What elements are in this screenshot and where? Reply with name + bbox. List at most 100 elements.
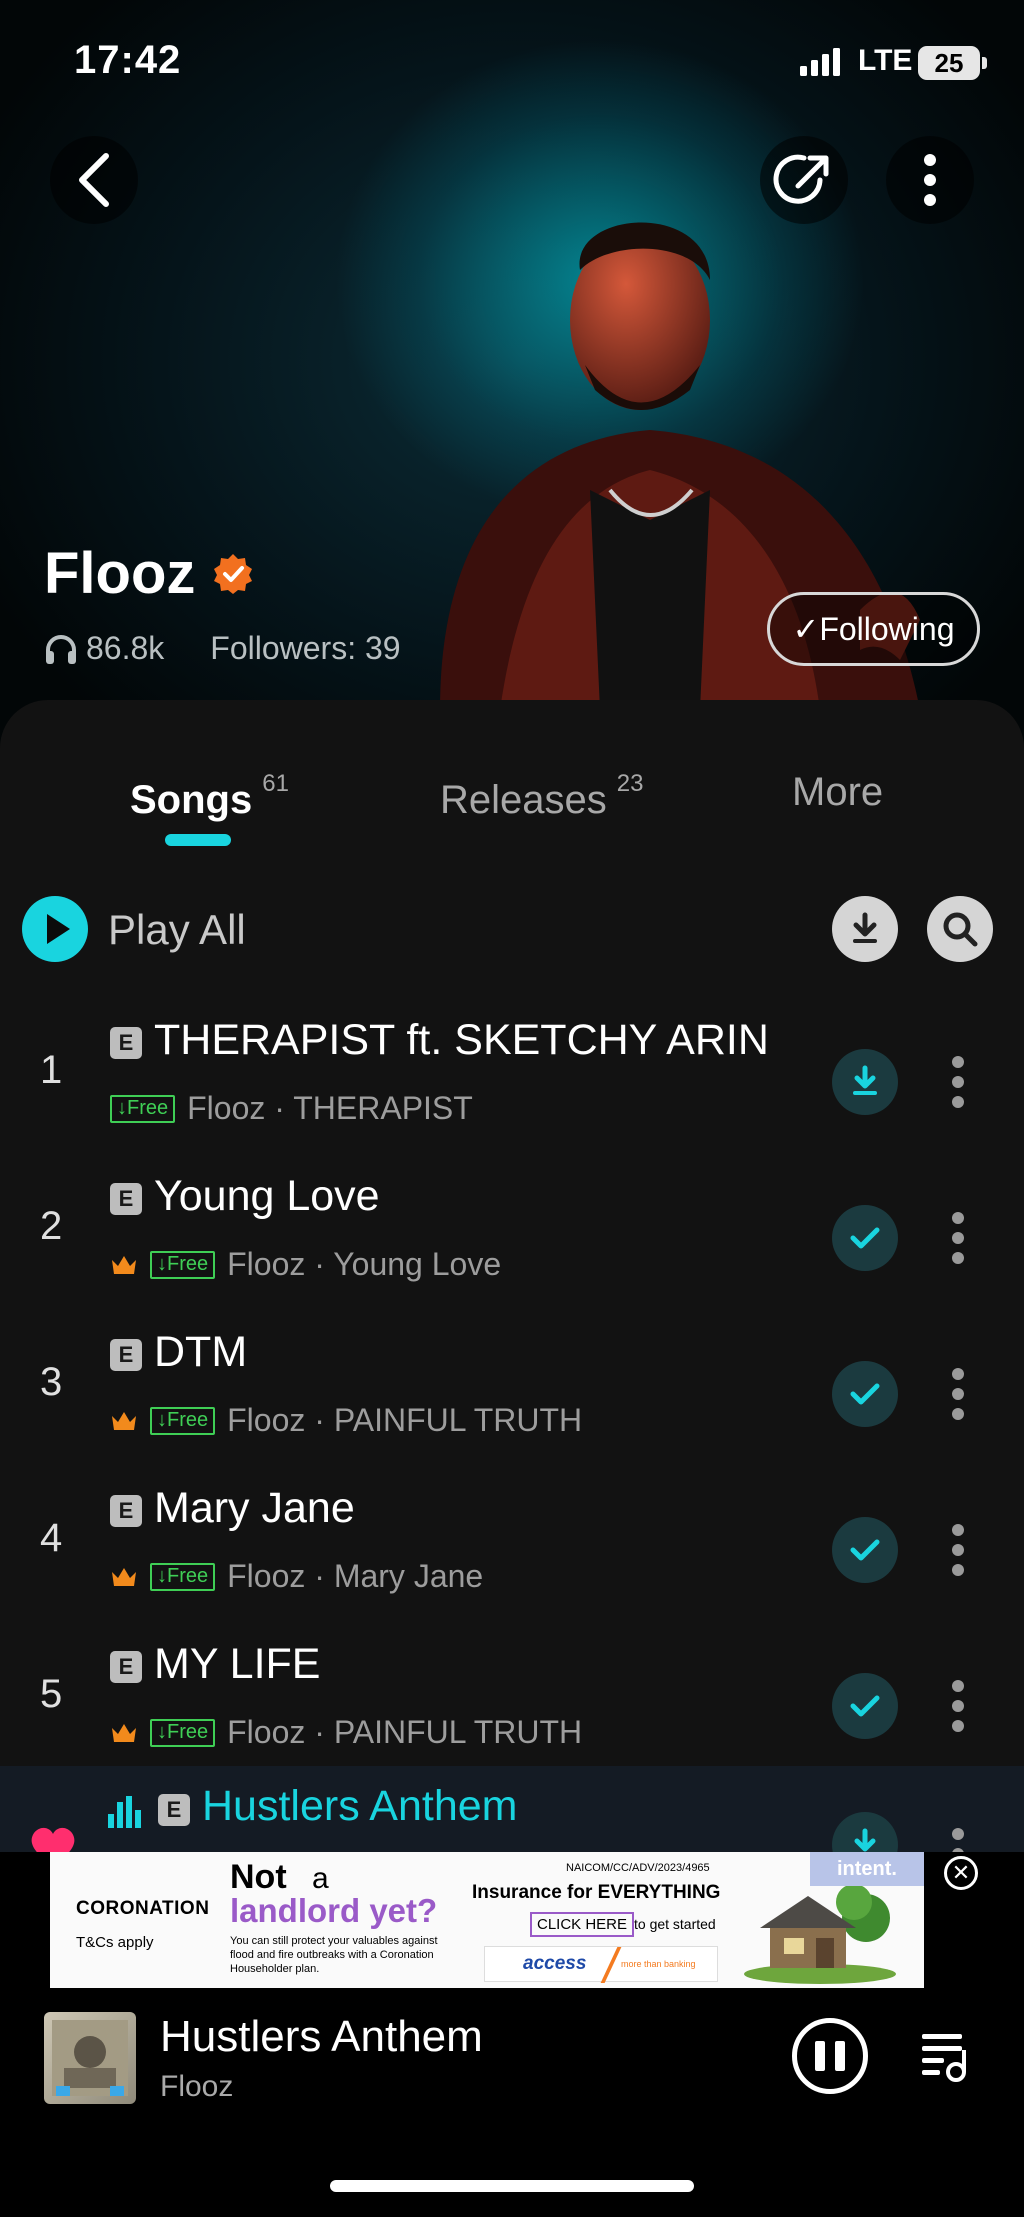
- ad-tcs: T&Cs apply: [76, 1934, 154, 1951]
- song-row[interactable]: 1 E THERAPIST ft. SKETCHY ARIN ↓ Free Flo…: [0, 1012, 1024, 1162]
- ad-tagline: Insurance for EVERYTHING: [472, 1882, 721, 1903]
- now-playing-title: Hustlers Anthem: [160, 2012, 483, 2061]
- crown-icon: [112, 1723, 136, 1742]
- ad-close-icon[interactable]: ✕: [944, 1856, 978, 1890]
- tab-releases[interactable]: Releases 23: [440, 770, 643, 823]
- ad-partner-tag: more than banking: [621, 1959, 696, 1969]
- downloaded-indicator[interactable]: [832, 1205, 898, 1271]
- free-badge: ↓ Free: [150, 1718, 216, 1747]
- battery-icon: 25: [918, 46, 980, 80]
- song-options-icon[interactable]: [950, 1522, 966, 1578]
- free-badge: ↓ Free: [150, 1250, 216, 1279]
- ad-network-badge: intent.: [810, 1852, 924, 1886]
- more-options-button[interactable]: [886, 136, 974, 224]
- track-number: 1: [40, 1048, 63, 1092]
- free-label: Free: [127, 1097, 169, 1119]
- now-playing-artist: Flooz: [160, 2070, 234, 2103]
- song-options-icon[interactable]: [950, 1054, 966, 1110]
- explicit-badge: E: [110, 1651, 142, 1683]
- explicit-badge: E: [110, 1027, 142, 1059]
- signal-icon: [800, 48, 840, 76]
- pause-button[interactable]: [792, 2018, 868, 2094]
- share-button[interactable]: [760, 136, 848, 224]
- queue-icon[interactable]: [920, 2030, 972, 2082]
- play-all-label[interactable]: Play All: [108, 906, 246, 954]
- tab-songs[interactable]: Songs 61: [130, 770, 289, 823]
- artist-stats: 86.8k Followers: 39: [44, 630, 401, 667]
- ad-headline-b: a: [312, 1862, 329, 1895]
- song-subtitle: Flooz · PAINFUL TRUTH: [227, 1402, 583, 1438]
- downloaded-indicator[interactable]: [832, 1517, 898, 1583]
- explicit-badge: E: [110, 1183, 142, 1215]
- free-badge: ↓ Free: [110, 1094, 176, 1123]
- free-label: Free: [167, 1565, 209, 1587]
- followers-count: Followers: 39: [210, 630, 401, 666]
- play-icon: [47, 914, 70, 944]
- tab-label: Releases: [440, 778, 607, 822]
- check-icon: [850, 1383, 880, 1405]
- download-song-button[interactable]: [832, 1049, 898, 1115]
- check-icon: [850, 1227, 880, 1249]
- ad-cta-suffix: to get started: [634, 1916, 716, 1932]
- track-number: 4: [40, 1516, 63, 1560]
- tab-more[interactable]: More: [792, 770, 883, 815]
- ad-cta-button[interactable]: CLICK HERE: [530, 1912, 635, 1937]
- downloaded-indicator[interactable]: [832, 1361, 898, 1427]
- ad-body: You can still protect your valuables aga…: [230, 1935, 438, 1975]
- free-label: Free: [167, 1409, 209, 1431]
- download-song-button[interactable]: [832, 1812, 898, 1852]
- artist-header: Flooz: [44, 540, 255, 607]
- download-icon: [854, 1828, 876, 1852]
- explicit-badge: E: [110, 1339, 142, 1371]
- ad-brand: CORONATION: [76, 1898, 210, 1919]
- check-icon: [850, 1695, 880, 1717]
- download-all-button[interactable]: [832, 896, 898, 962]
- ad-partner-bar: access more than banking: [484, 1946, 718, 1983]
- song-subtitle: Flooz · PAINFUL TRUTH: [227, 1714, 583, 1750]
- play-all-button[interactable]: [22, 896, 88, 962]
- house-illustration: [744, 1884, 896, 1984]
- song-row-now-playing[interactable]: E Hustlers Anthem: [0, 1766, 1024, 1852]
- song-title: THERAPIST ft. SKETCHY ARIN: [154, 1016, 769, 1064]
- home-indicator[interactable]: [330, 2180, 694, 2192]
- crown-icon: [112, 1255, 136, 1274]
- downloaded-indicator[interactable]: [832, 1673, 898, 1739]
- explicit-badge: E: [158, 1794, 190, 1826]
- tab-label: Songs: [130, 778, 253, 822]
- song-meta: ↓ Free Flooz · THERAPIST: [110, 1090, 473, 1127]
- song-row[interactable]: 5 E MY LIFE ↓ Free Flooz · PAINFUL TRUTH: [0, 1636, 1024, 1786]
- kebab-menu-icon: [924, 154, 936, 206]
- song-title: Hustlers Anthem: [202, 1782, 518, 1830]
- search-icon: [943, 912, 978, 947]
- ad-banner[interactable]: CORONATION T&Cs apply Not a landlord yet…: [50, 1852, 924, 1988]
- song-options-icon[interactable]: [950, 1210, 966, 1266]
- download-icon: [853, 1065, 877, 1095]
- song-options-icon[interactable]: [950, 1366, 966, 1422]
- song-row[interactable]: 2 E Young Love ↓ Free Flooz · Young Love: [0, 1168, 1024, 1318]
- song-options-icon[interactable]: [950, 1826, 966, 1852]
- free-badge: ↓ Free: [150, 1562, 216, 1591]
- verified-icon: [214, 553, 253, 594]
- tab-count: 23: [616, 770, 644, 797]
- explicit-badge: E: [110, 1495, 142, 1527]
- song-options-icon[interactable]: [950, 1678, 966, 1734]
- play-count: 86.8k: [86, 630, 165, 666]
- song-row[interactable]: 4 E Mary Jane ↓ Free Flooz · Mary Jane: [0, 1480, 1024, 1630]
- back-button[interactable]: [50, 136, 138, 224]
- song-title: Mary Jane: [154, 1484, 355, 1532]
- free-label: Free: [167, 1721, 209, 1743]
- battery-tip: [982, 57, 987, 69]
- song-meta: ↓ Free Flooz · PAINFUL TRUTH: [110, 1402, 582, 1439]
- song-title: MY LIFE: [154, 1640, 321, 1688]
- following-button[interactable]: ✓Following: [767, 592, 980, 666]
- song-title: DTM: [154, 1328, 248, 1376]
- download-icon: [853, 912, 877, 943]
- tab-label: More: [792, 770, 884, 814]
- heart-icon[interactable]: [28, 1824, 78, 1852]
- headphones-icon: [46, 634, 76, 664]
- song-row[interactable]: 3 E DTM ↓ Free Flooz · PAINFUL TRUTH: [0, 1324, 1024, 1474]
- search-songs-button[interactable]: [927, 896, 993, 962]
- chevron-left-icon: [79, 153, 109, 207]
- album-cover: [44, 2012, 136, 2104]
- crown-icon: [112, 1567, 136, 1586]
